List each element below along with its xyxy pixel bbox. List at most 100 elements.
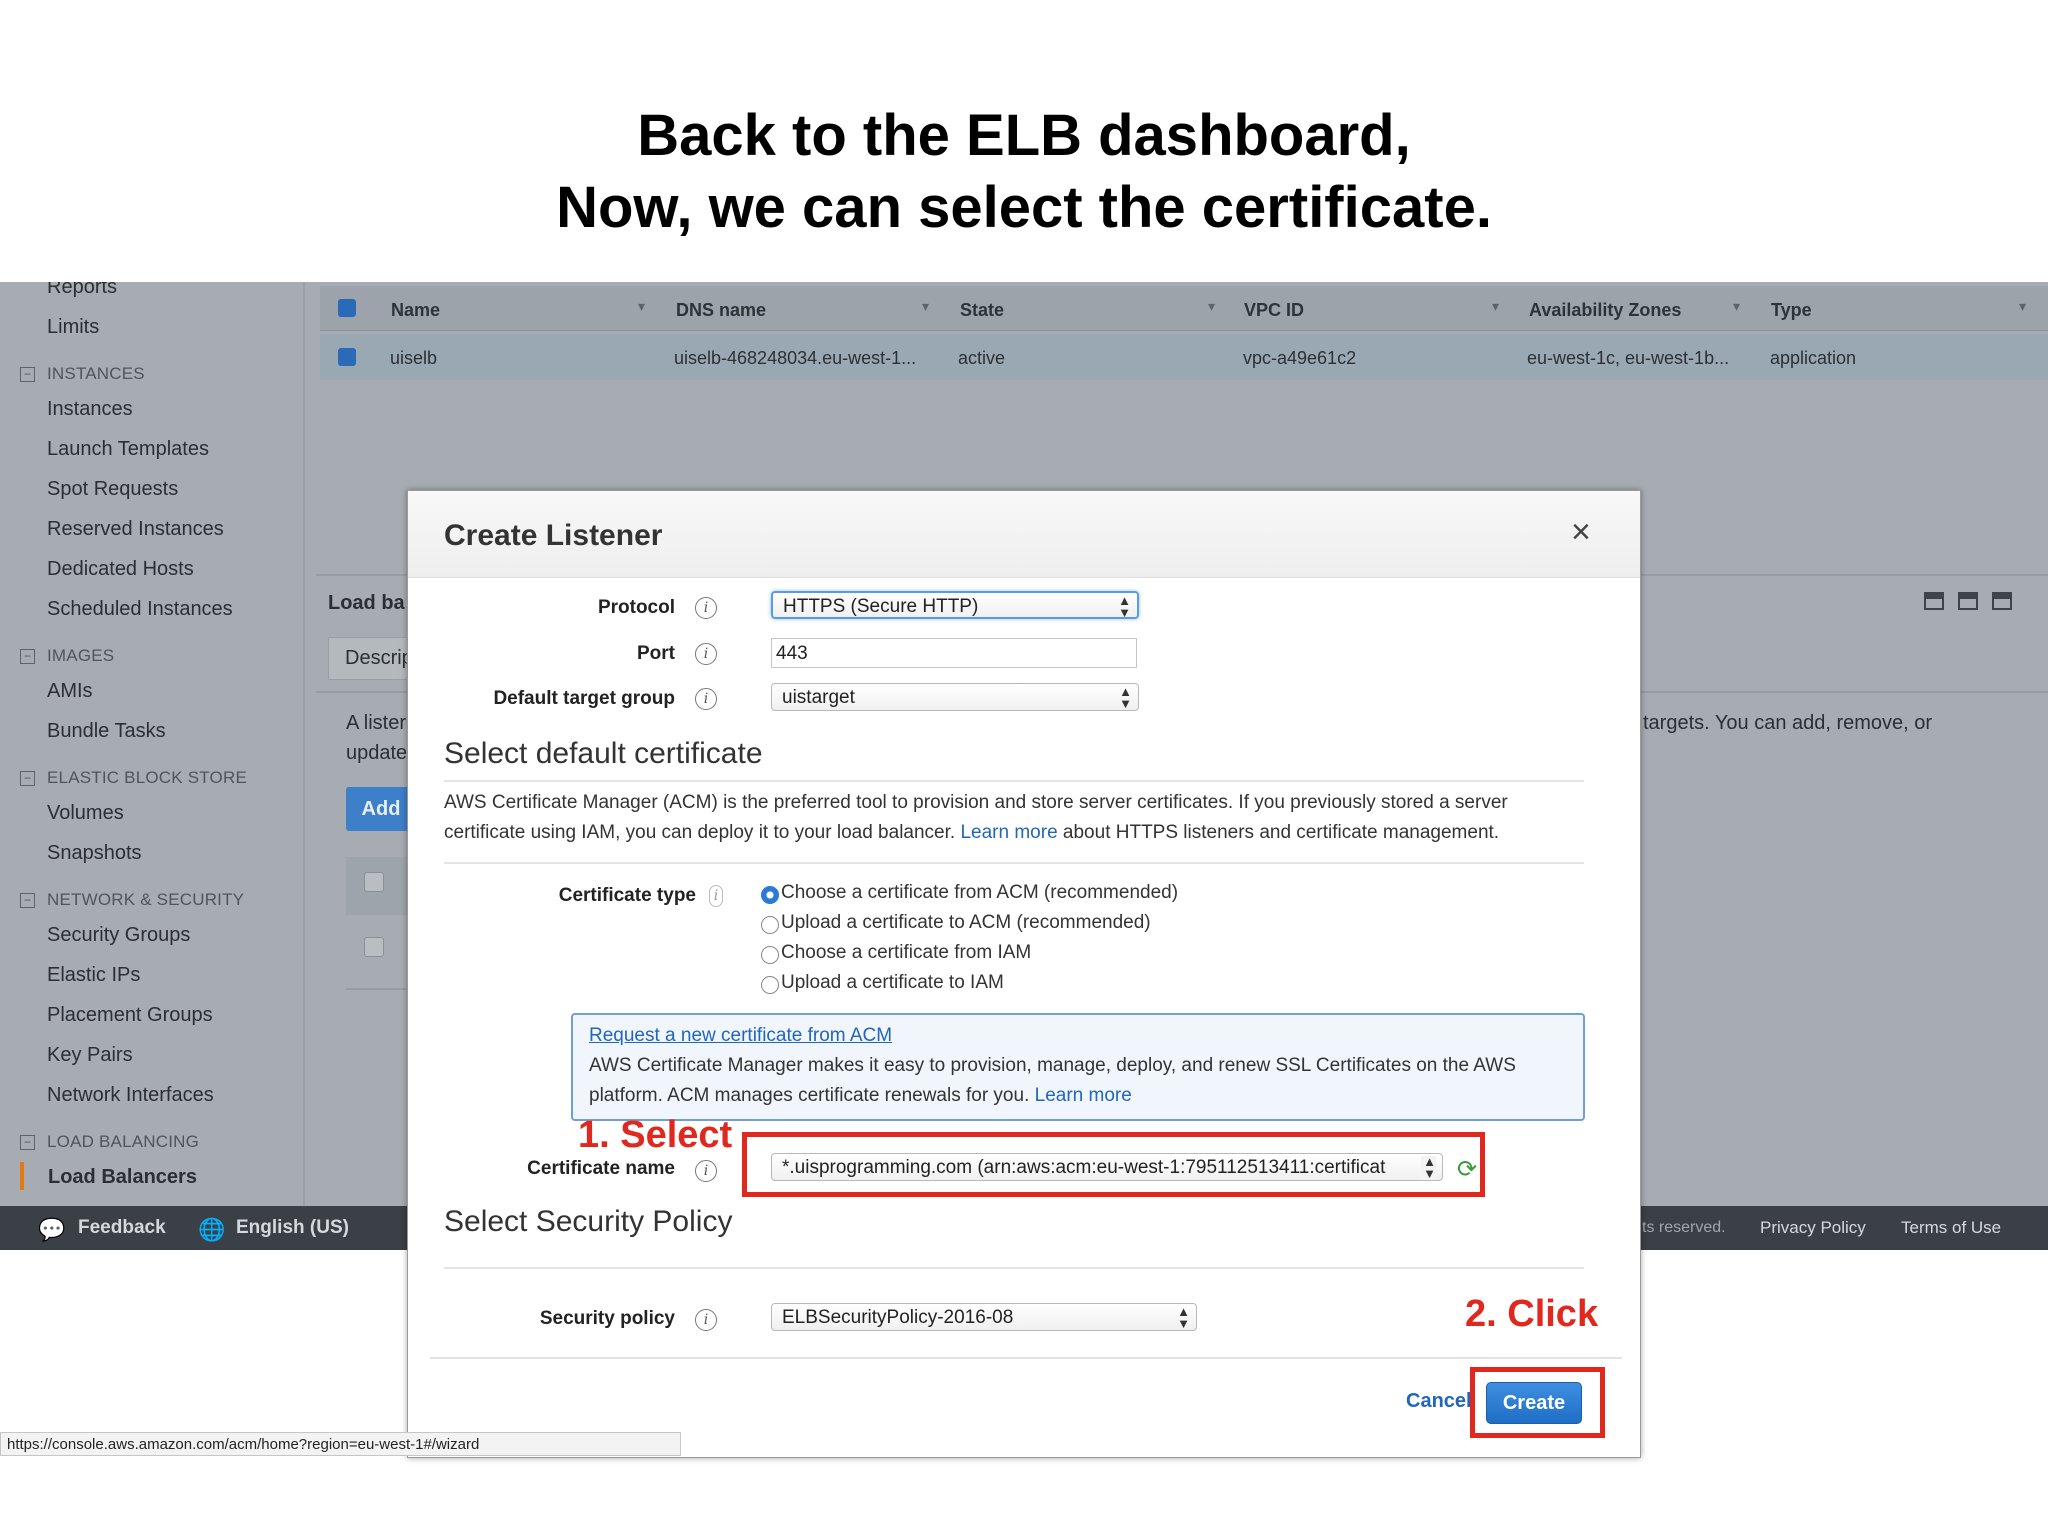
target-group-select[interactable]: uistarget ▲ ▼ — [771, 683, 1139, 711]
default-target-group-label: Default target group — [493, 688, 675, 709]
sidebar-item-security-groups[interactable]: Security Groups — [47, 924, 190, 947]
sidebar-item-placement-groups[interactable]: Placement Groups — [47, 1004, 213, 1027]
listener-checkbox[interactable] — [364, 937, 384, 957]
slide-title-line-2: Now, we can select the certificate. — [556, 175, 1492, 240]
collapse-icon[interactable]: − — [20, 771, 35, 786]
slide-title-line-1: Back to the ELB dashboard, — [637, 103, 1411, 168]
security-policy-select[interactable]: ELBSecurityPolicy-2016-08 ▲ ▼ — [771, 1303, 1197, 1331]
protocol-select[interactable]: HTTPS (Secure HTTP) ▲ ▼ — [771, 591, 1139, 619]
sidebar-item-bundle-tasks[interactable]: Bundle Tasks — [47, 720, 166, 743]
language-selector[interactable]: English (US) — [236, 1217, 349, 1239]
sidebar-item-reports[interactable]: Reports — [47, 282, 117, 299]
sidebar-item-key-pairs[interactable]: Key Pairs — [47, 1044, 133, 1067]
collapse-icon[interactable]: − — [20, 893, 35, 908]
port-input[interactable]: 443 — [771, 638, 1137, 668]
info-icon[interactable]: i — [709, 885, 723, 907]
listener-text-line-1: A lister — [346, 712, 407, 734]
radio-label-iam-upload[interactable]: Upload a certificate to IAM — [781, 972, 1004, 994]
privacy-policy-link[interactable]: Privacy Policy — [1760, 1218, 1866, 1238]
radio-iam-upload[interactable] — [761, 976, 779, 994]
feedback-icon[interactable]: 💬 — [38, 1217, 65, 1243]
active-item-marker — [20, 1162, 24, 1190]
sidebar-section-ebs[interactable]: ELASTIC BLOCK STORE — [47, 768, 247, 788]
column-header-dns[interactable]: DNS name — [676, 300, 766, 321]
sidebar-item-amis[interactable]: AMIs — [47, 680, 93, 703]
load-balancer-panel-label: Load ba — [328, 592, 405, 614]
learn-more-link[interactable]: Learn more — [960, 822, 1057, 843]
radio-acm-choose[interactable] — [761, 886, 779, 904]
pane-layout-icon[interactable] — [1958, 592, 1978, 610]
sidebar-section-instances[interactable]: INSTANCES — [47, 364, 145, 384]
row-checkbox[interactable] — [338, 348, 356, 366]
sidebar-item-dedicated-hosts[interactable]: Dedicated Hosts — [47, 558, 194, 581]
certificate-type-label: Certificate type — [558, 885, 696, 906]
info-icon[interactable]: i — [695, 688, 717, 710]
footer-divider — [430, 1357, 1622, 1359]
radio-acm-upload[interactable] — [761, 916, 779, 934]
cert-desc-text: certificate using IAM, you can deploy it… — [444, 822, 956, 843]
cell-type: application — [1770, 348, 1857, 368]
info-icon[interactable]: i — [695, 597, 717, 619]
sort-icon[interactable]: ▾ — [922, 298, 929, 315]
sort-icon[interactable]: ▾ — [638, 298, 645, 315]
security-policy-label: Security policy — [539, 1308, 675, 1329]
browser-status-url: https://console.aws.amazon.com/acm/home?… — [0, 1432, 681, 1456]
sidebar-item-elastic-ips[interactable]: Elastic IPs — [47, 964, 140, 987]
cell-vpc: vpc-a49e61c2 — [1243, 348, 1357, 368]
annotation-box-certificate — [742, 1132, 1485, 1197]
column-header-name[interactable]: Name — [391, 300, 440, 321]
radio-iam-choose[interactable] — [761, 946, 779, 964]
collapse-icon[interactable]: − — [20, 649, 35, 664]
table-row[interactable]: uiselb uiselb-468248034.eu-west-1... act… — [320, 334, 2048, 380]
radio-label-acm-choose[interactable]: Choose a certificate from ACM (recommend… — [781, 882, 1178, 904]
sidebar-item-spot-requests[interactable]: Spot Requests — [47, 478, 178, 501]
create-listener-dialog: Create Listener × Protocol i HTTPS (Secu… — [407, 490, 1641, 1458]
sidebar-item-snapshots[interactable]: Snapshots — [47, 842, 142, 865]
info-icon[interactable]: i — [695, 643, 717, 665]
column-header-type[interactable]: Type — [1771, 300, 1812, 321]
pane-layout-icon[interactable] — [1992, 592, 2012, 610]
add-listener-button[interactable]: Add — [346, 787, 416, 831]
sort-icon[interactable]: ▾ — [1208, 298, 1215, 315]
sidebar-item-network-interfaces[interactable]: Network Interfaces — [47, 1084, 214, 1107]
cancel-button[interactable]: Cancel — [1406, 1390, 1472, 1413]
sidebar-item-limits[interactable]: Limits — [47, 316, 99, 339]
terms-of-use-link[interactable]: Terms of Use — [1901, 1218, 2001, 1238]
select-all-checkbox[interactable] — [338, 299, 356, 317]
select-arrows-icon: ▲ ▼ — [1118, 593, 1131, 619]
collapse-icon[interactable]: − — [20, 1135, 35, 1150]
sidebar-item-volumes[interactable]: Volumes — [47, 802, 124, 825]
radio-label-acm-upload[interactable]: Upload a certificate to ACM (recommended… — [781, 912, 1151, 934]
close-icon[interactable]: × — [1571, 513, 1591, 552]
port-label: Port — [637, 643, 675, 664]
sidebar-item-scheduled-instances[interactable]: Scheduled Instances — [47, 598, 233, 621]
pane-layout-icon[interactable] — [1924, 592, 1944, 610]
sidebar-item-reserved-instances[interactable]: Reserved Instances — [47, 518, 224, 541]
cert-desc-line-2: certificate using IAM, you can deploy it… — [444, 818, 1604, 848]
sidebar-section-network-security[interactable]: NETWORK & SECURITY — [47, 890, 244, 910]
sort-icon[interactable]: ▾ — [1733, 298, 1740, 315]
sort-icon[interactable]: ▾ — [1492, 298, 1499, 315]
sidebar-item-instances[interactable]: Instances — [47, 398, 133, 421]
sidebar-item-load-balancers[interactable]: Load Balancers — [48, 1166, 197, 1189]
sort-icon[interactable]: ▾ — [2019, 298, 2026, 315]
column-header-vpc[interactable]: VPC ID — [1244, 300, 1304, 321]
feedback-link[interactable]: Feedback — [78, 1217, 166, 1239]
radio-label-iam-choose[interactable]: Choose a certificate from IAM — [781, 942, 1031, 964]
column-header-state[interactable]: State — [960, 300, 1004, 321]
info-icon[interactable]: i — [695, 1309, 717, 1331]
listener-text-right: targets. You can add, remove, or — [1643, 712, 1933, 734]
collapse-icon[interactable]: − — [20, 367, 35, 382]
info-icon[interactable]: i — [695, 1160, 717, 1182]
sidebar-section-load-balancing[interactable]: LOAD BALANCING — [47, 1132, 199, 1152]
column-header-az[interactable]: Availability Zones — [1529, 300, 1681, 321]
dialog-header: Create Listener × — [408, 491, 1640, 578]
request-certificate-link[interactable]: Request a new certificate from ACM — [589, 1021, 1579, 1051]
select-security-policy-title: Select Security Policy — [444, 1205, 733, 1238]
listener-checkbox[interactable] — [364, 872, 384, 892]
sidebar-section-images[interactable]: IMAGES — [47, 646, 114, 666]
learn-more-link[interactable]: Learn more — [1035, 1085, 1132, 1106]
globe-icon[interactable]: 🌐 — [198, 1217, 225, 1243]
target-group-value: uistarget — [782, 687, 855, 708]
sidebar-item-launch-templates[interactable]: Launch Templates — [47, 438, 209, 461]
